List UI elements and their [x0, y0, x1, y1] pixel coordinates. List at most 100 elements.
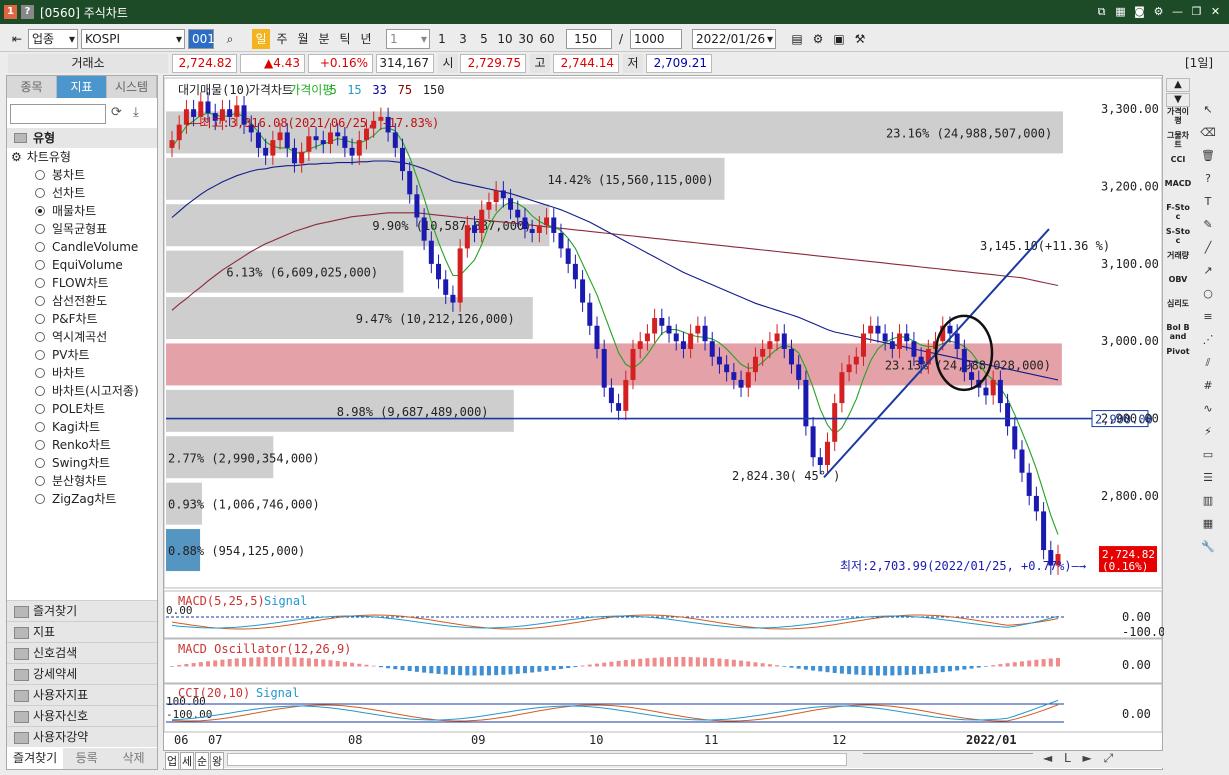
horizontal-scrollbar[interactable]	[227, 753, 847, 766]
symbol-select[interactable]: KOSPI ▾	[81, 29, 185, 49]
folder-group[interactable]: 신호검색	[7, 642, 157, 663]
radio-icon[interactable]	[35, 350, 45, 360]
chart-type-item[interactable]: EquiVolume	[35, 256, 123, 274]
chart-settings-icon[interactable]: ▤	[788, 29, 806, 49]
grid-icon[interactable]: ▦	[1113, 4, 1128, 19]
date-select[interactable]: 2022/01/26 ▾	[692, 29, 776, 49]
radio-icon[interactable]	[35, 242, 45, 252]
camera-icon[interactable]: ◙	[1132, 4, 1147, 19]
indicator-shortcut[interactable]: OBV	[1164, 275, 1192, 297]
chart-type-item[interactable]: PV차트	[35, 346, 90, 364]
radio-icon[interactable]	[35, 224, 45, 234]
indicator-shortcut[interactable]: F-Stoc	[1164, 203, 1192, 225]
bottom-btn-up[interactable]: 업	[165, 752, 179, 770]
indicator-shortcut[interactable]: Pivot	[1164, 347, 1192, 369]
fan-icon[interactable]: ⋰	[1197, 330, 1219, 349]
wave-icon[interactable]: ∿	[1197, 399, 1219, 418]
gear-icon[interactable]: ⚙	[809, 29, 827, 49]
pen-icon[interactable]: ✎	[1197, 215, 1219, 234]
period-tick-button[interactable]: 틱	[336, 29, 354, 49]
folder-group[interactable]: 지표	[7, 621, 157, 642]
bottom-btn-se[interactable]: 세	[180, 752, 194, 770]
period-minute-button[interactable]: 분	[315, 29, 333, 49]
toggle-panel-icon[interactable]: ⇤	[8, 29, 26, 49]
period-year-button[interactable]: 년	[357, 29, 375, 49]
indicator-shortcut[interactable]: Bol Band	[1164, 323, 1192, 345]
scroll-up-icon[interactable]: ▲	[1166, 78, 1190, 92]
wrench-icon[interactable]: 🔧	[1197, 537, 1219, 556]
interval-5-button[interactable]: 5	[475, 29, 493, 49]
radio-icon[interactable]	[35, 422, 45, 432]
gear-icon[interactable]: ⚙	[1151, 4, 1166, 19]
interval-10-button[interactable]: 10	[495, 29, 515, 49]
download-icon[interactable]: ⤓	[133, 105, 139, 120]
period-week-button[interactable]: 주	[273, 29, 291, 49]
save-icon[interactable]: ▣	[830, 29, 848, 49]
grid2-icon[interactable]: ▦	[1197, 514, 1219, 533]
radio-icon[interactable]	[35, 206, 45, 216]
ray-icon[interactable]: ↗	[1197, 261, 1219, 280]
market-select[interactable]: 업종 ▾	[28, 29, 78, 49]
chart-type-item[interactable]: ZigZag차트	[35, 490, 116, 508]
bottom-btn-sun[interactable]: 순	[195, 752, 209, 770]
folder-group[interactable]: 사용자강약	[7, 726, 157, 747]
help-icon[interactable]: ?	[21, 5, 34, 19]
chart-type-item[interactable]: 바차트	[35, 364, 85, 382]
auto-icon[interactable]: ⚡	[1197, 422, 1219, 441]
bottom-tab-favorites[interactable]: 즐겨찾기	[7, 748, 64, 769]
chart-type-item[interactable]: Renko차트	[35, 436, 111, 454]
radio-icon[interactable]	[35, 440, 45, 450]
chart-type-item[interactable]: 분산형차트	[35, 472, 107, 490]
text-icon[interactable]: T	[1197, 192, 1219, 211]
cursor-icon[interactable]: ↖	[1197, 100, 1219, 119]
restore-icon[interactable]: ❐	[1189, 4, 1204, 19]
chart-icon[interactable]: ▥	[1197, 491, 1219, 510]
tab-system[interactable]: 시스템	[107, 76, 157, 98]
chart-type-item[interactable]: P&F차트	[35, 310, 98, 328]
navigation-icons[interactable]: ◄ L ► ⤢	[1043, 751, 1117, 766]
interval-3-button[interactable]: 3	[454, 29, 472, 49]
window-icon[interactable]: ▭	[1197, 445, 1219, 464]
delete-button[interactable]: 삭제	[110, 748, 157, 769]
chart-area[interactable]: 대기매물(10) 가격차트 가격이평 5 15 33 75 150 23.16% (24,988…	[163, 75, 1164, 770]
symbol-code[interactable]: 001	[188, 29, 215, 49]
chart-type-item[interactable]: POLE차트	[35, 400, 105, 418]
radio-icon[interactable]	[35, 170, 45, 180]
chart-type-item[interactable]: 역시계곡선	[35, 328, 107, 346]
folder-group[interactable]: 사용자지표	[7, 684, 157, 705]
total-input[interactable]: 1000	[630, 29, 682, 49]
interval-select[interactable]: 1 ▾	[386, 29, 430, 49]
channel-icon[interactable]: ⫽	[1197, 353, 1219, 372]
folder-group[interactable]: 강세약세	[7, 663, 157, 684]
interval-30-button[interactable]: 30	[516, 29, 536, 49]
radio-icon[interactable]	[35, 278, 45, 288]
list-icon[interactable]: ☰	[1197, 468, 1219, 487]
chart-type-item[interactable]: CandleVolume	[35, 238, 138, 256]
folder-group[interactable]: 사용자신호	[7, 705, 157, 726]
indicator-shortcut[interactable]: 거래량	[1164, 251, 1192, 273]
chart-type-item[interactable]: Kagi차트	[35, 418, 100, 436]
line-icon[interactable]: ╱	[1197, 238, 1219, 257]
tools-icon[interactable]: ⚒	[851, 29, 869, 49]
chart-type-item[interactable]: FLOW차트	[35, 274, 109, 292]
interval-1-button[interactable]: 1	[433, 29, 451, 49]
chart-type-item[interactable]: 바차트(시고저종)	[35, 382, 139, 400]
indicator-shortcut[interactable]: MACD	[1164, 179, 1192, 201]
tab-stock[interactable]: 종목	[7, 76, 57, 98]
indicator-shortcut[interactable]: S-Stoc	[1164, 227, 1192, 249]
trash-icon[interactable]: 🗑	[1197, 146, 1219, 165]
minimize-icon[interactable]: —	[1170, 4, 1185, 19]
help-icon[interactable]: ?	[1197, 169, 1219, 188]
link-icon[interactable]: ⧉	[1094, 4, 1109, 19]
chart-type-item[interactable]: 선차트	[35, 184, 85, 202]
period-day-button[interactable]: 일	[252, 29, 270, 49]
chart-type-item[interactable]: 봉차트	[35, 166, 85, 184]
search-icon[interactable]: ⌕	[219, 29, 241, 49]
circle-icon[interactable]: ○	[1197, 284, 1219, 303]
chart-type-item[interactable]: 일목균형표	[35, 220, 107, 238]
refresh-icon[interactable]: ⟳	[111, 105, 122, 120]
radio-icon[interactable]	[35, 386, 45, 396]
register-button[interactable]: 등록	[63, 748, 110, 769]
period-month-button[interactable]: 월	[294, 29, 312, 49]
radio-icon[interactable]	[35, 494, 45, 504]
